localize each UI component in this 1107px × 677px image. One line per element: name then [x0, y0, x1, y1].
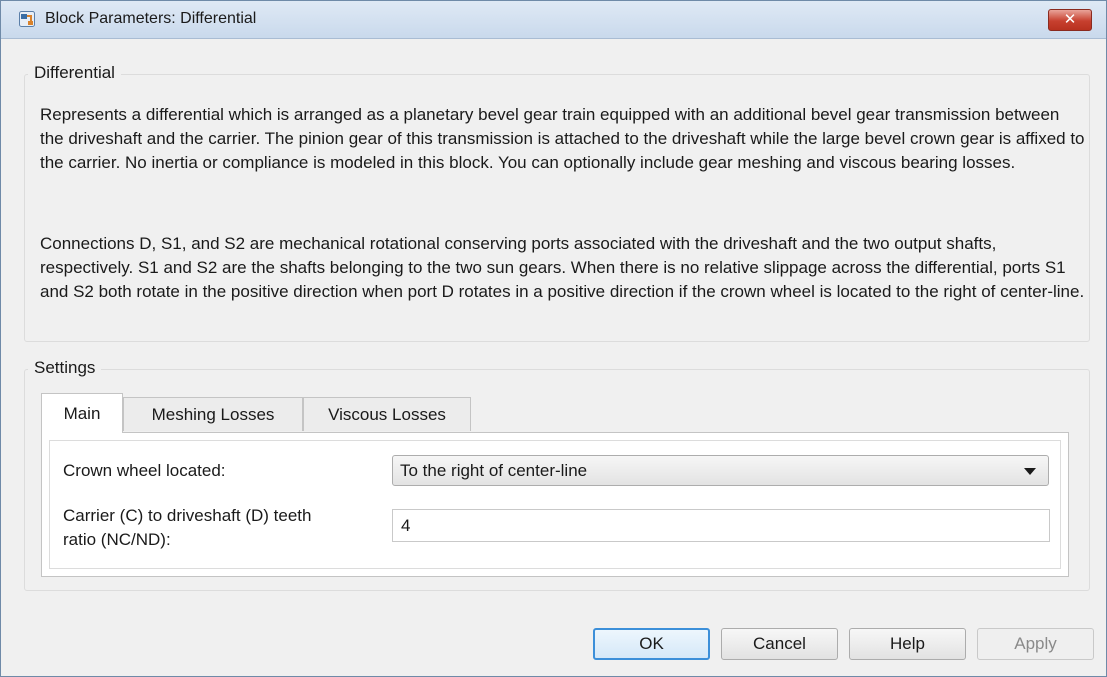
tab-meshing-losses-label: Meshing Losses [151, 405, 275, 424]
chevron-down-icon [1024, 468, 1036, 475]
crown-wheel-label: Crown wheel located: [63, 461, 226, 480]
settings-legend: Settings [28, 358, 102, 378]
close-button[interactable]: ✕ [1048, 9, 1092, 31]
crown-wheel-selected-value: To the right of center-line [400, 461, 588, 480]
close-icon: ✕ [1063, 11, 1077, 28]
teeth-ratio-label-line-2: ratio (NC/ND): [63, 530, 171, 549]
block-parameters-dialog: Block Parameters: Differential ✕ Differe… [0, 0, 1107, 677]
apply-button[interactable]: Apply [977, 628, 1094, 660]
ok-button[interactable]: OK [593, 628, 710, 660]
description-paragraph-1: Represents a differential which is arran… [40, 105, 1085, 172]
description-legend: Differential [28, 63, 121, 83]
tab-main[interactable]: Main [41, 393, 123, 433]
tab-viscous-losses[interactable]: Viscous Losses [303, 397, 471, 431]
cancel-button[interactable]: Cancel [721, 628, 838, 660]
crown-wheel-dropdown[interactable]: To the right of center-line [392, 455, 1049, 486]
tab-viscous-losses-label: Viscous Losses [328, 405, 446, 424]
tab-main-label: Main [63, 404, 101, 423]
simulink-block-icon [19, 11, 35, 27]
window-title: Block Parameters: Differential [45, 10, 257, 27]
description-paragraph-2: Connections D, S1, and S2 are mechanical… [40, 234, 1085, 301]
help-button[interactable]: Help [849, 628, 966, 660]
title-bar[interactable]: Block Parameters: Differential ✕ [1, 1, 1106, 39]
teeth-ratio-field[interactable]: 4 [392, 509, 1050, 542]
tab-meshing-losses[interactable]: Meshing Losses [123, 397, 303, 431]
teeth-ratio-label-line-1: Carrier (C) to driveshaft (D) teeth [63, 506, 312, 525]
